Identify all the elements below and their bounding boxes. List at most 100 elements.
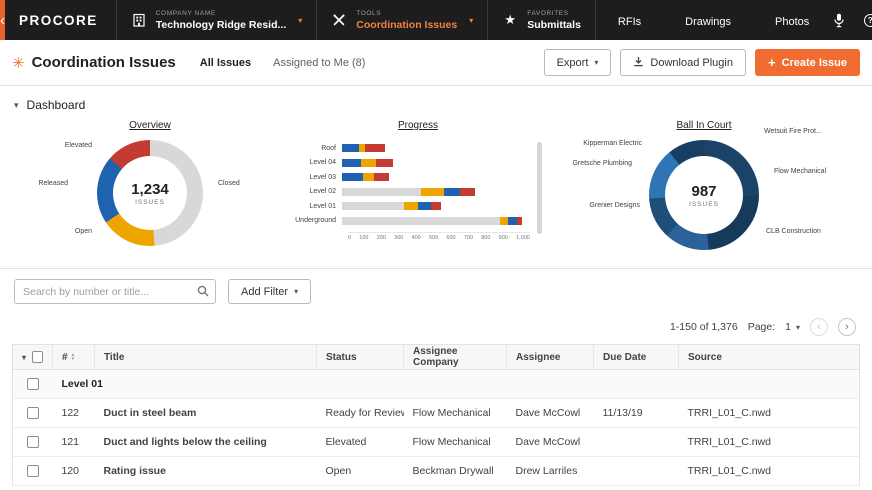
search-icon[interactable]	[197, 285, 209, 300]
table-row[interactable]: 122 Duct in steel beam Ready for Review …	[12, 398, 860, 428]
table-row[interactable]: 121 Duct and lights below the ceiling El…	[12, 427, 860, 457]
nav-item-photos[interactable]: Photos	[753, 4, 831, 36]
dashboard-charts: Overview 1,234 ISSUES Closed Open Released…	[0, 114, 872, 266]
donut-slice-label: Open	[74, 228, 92, 235]
sort-icon[interactable]: ▴ ▾	[72, 353, 75, 362]
dashboard-title: Dashboard	[26, 98, 86, 112]
bar-category-label: Level 01	[309, 202, 336, 210]
tools-picker[interactable]: TOOLS Coordination Issues ▾	[316, 0, 487, 40]
axis-tick-label: 500	[428, 235, 439, 241]
tools-value: Coordination Issues	[356, 18, 458, 31]
bar-segment	[342, 216, 500, 225]
axis-tick-label: 900	[498, 235, 508, 241]
table-header-row: ▾ # ▴ ▾ Title Status Assignee Company Assi…	[12, 344, 860, 370]
col-title[interactable]: Title	[94, 344, 317, 370]
chart-title: Overview	[129, 120, 171, 131]
company-picker[interactable]: COMPANY NAME Technology Ridge Resid... ▾	[115, 0, 317, 40]
col-source[interactable]: Source	[678, 344, 860, 370]
cell-due-date	[593, 456, 679, 486]
bar-segment	[404, 202, 419, 210]
tab-assigned-to-me[interactable]: Assigned to Me (8)	[265, 52, 373, 74]
add-filter-button[interactable]: Add Filter ▾	[228, 279, 312, 304]
prev-page-button[interactable]: ‹	[810, 318, 828, 336]
progress-scrollbar[interactable]	[537, 142, 542, 234]
chevron-down-icon: ▾	[594, 58, 599, 67]
star-icon: ★	[504, 12, 517, 27]
help-icon[interactable]: ?	[862, 12, 872, 28]
col-status[interactable]: Status	[316, 344, 404, 370]
cell-title[interactable]: Duct in steel beam	[94, 398, 317, 428]
donut-slice-label: CLB Construction	[766, 228, 821, 235]
axis-tick-label: 0	[348, 235, 352, 241]
nav-item-drawings[interactable]: Drawings	[663, 4, 753, 36]
tab-all-issues[interactable]: All Issues	[192, 52, 259, 74]
procore-logo[interactable]: PROCORE	[5, 0, 116, 40]
donut-slice-label: Released	[38, 180, 68, 187]
cell-number: 121	[52, 427, 95, 457]
select-all-checkbox[interactable]	[32, 351, 43, 363]
favorites-item-submittals[interactable]: ★ FAVORITES Submittals	[487, 0, 595, 40]
cell-status: Open	[316, 456, 404, 486]
col-due-date[interactable]: Due Date	[593, 344, 679, 370]
export-label: Export	[556, 56, 589, 69]
pagination: 1-150 of 1,376 Page: 1 ▾ ‹ ›	[0, 314, 872, 344]
download-label: Download Plugin	[650, 56, 733, 69]
bar-segment	[342, 173, 363, 181]
bar-segment	[460, 187, 476, 196]
bar-segment	[373, 173, 389, 181]
bar-rows: Roof Level 04 Level 03 Level 02 Level 01 Unde…	[290, 144, 530, 231]
chevron-down-icon: ▾	[14, 99, 19, 110]
results-range: 1-150 of 1,376	[669, 321, 738, 333]
bulk-select-caret-icon[interactable]: ▾	[22, 353, 26, 362]
chevron-down-icon: ▾	[469, 15, 474, 25]
nav-item-rfis[interactable]: RFIs	[596, 4, 663, 36]
cell-status: Elevated	[316, 427, 404, 457]
donut-slice-label: Wetsuit Fire Prot...	[764, 128, 822, 135]
bar-category-label: Underground	[295, 217, 336, 224]
cell-number: 122	[52, 398, 95, 428]
donut-slice-label: Gretsche Plumbing	[572, 160, 632, 167]
table-row[interactable]: 120 Rating issue Open Beckman Drywall Dr…	[12, 456, 860, 486]
col-number[interactable]: #	[62, 352, 68, 363]
page-select[interactable]: 1 ▾	[785, 321, 800, 333]
axis-tick-label: 1,000	[516, 235, 530, 241]
chevron-down-icon: ▾	[294, 287, 299, 296]
cell-title[interactable]: Rating issue	[94, 456, 317, 486]
cell-title[interactable]: Duct and lights below the ceiling	[94, 427, 317, 457]
stacked-bar	[342, 144, 530, 152]
cell-assignee: Dave McCowl	[506, 427, 594, 457]
row-checkbox[interactable]	[26, 407, 39, 420]
group-checkbox[interactable]	[26, 378, 39, 391]
favorites-value: Submittals	[527, 18, 581, 31]
cell-source: TRRI_L01_C.nwd	[678, 427, 860, 457]
bar-segment	[418, 202, 432, 210]
add-filter-label: Add Filter	[241, 285, 289, 298]
col-assignee[interactable]: Assignee	[506, 344, 594, 370]
export-button[interactable]: Export ▾	[543, 49, 612, 76]
bar-segment	[342, 202, 405, 210]
bar-segment	[360, 158, 376, 167]
page-label: Page:	[747, 321, 776, 333]
row-checkbox[interactable]	[26, 465, 39, 478]
row-checkbox[interactable]	[26, 436, 39, 449]
overview-donut-ring: 1,234 ISSUES	[97, 140, 203, 246]
col-assignee-company[interactable]: Assignee Company	[403, 344, 507, 370]
next-page-button[interactable]: ›	[838, 318, 856, 336]
bar-segment	[516, 216, 523, 225]
axis-tick-label: 700	[463, 235, 474, 241]
axis-tick-label: 200	[376, 235, 386, 241]
dashboard-toggle[interactable]: ▾ Dashboard	[0, 86, 872, 114]
donut-slice-label: Grenier Designs	[589, 202, 640, 209]
bar-segment	[499, 216, 509, 225]
donut-center: 987 ISSUES	[665, 156, 743, 234]
group-row-level-01[interactable]: Level 01	[12, 369, 860, 399]
create-issue-button[interactable]: + Create Issue	[754, 49, 860, 76]
bar-category-label: Level 02	[309, 188, 336, 195]
download-plugin-button[interactable]: Download Plugin	[620, 49, 746, 76]
bar-segment	[365, 144, 386, 152]
search-input[interactable]	[14, 279, 216, 304]
download-icon	[633, 56, 644, 70]
group-label: Level 01	[52, 369, 860, 399]
cell-due-date: 11/13/19	[593, 398, 679, 428]
microphone-icon[interactable]	[831, 12, 847, 28]
